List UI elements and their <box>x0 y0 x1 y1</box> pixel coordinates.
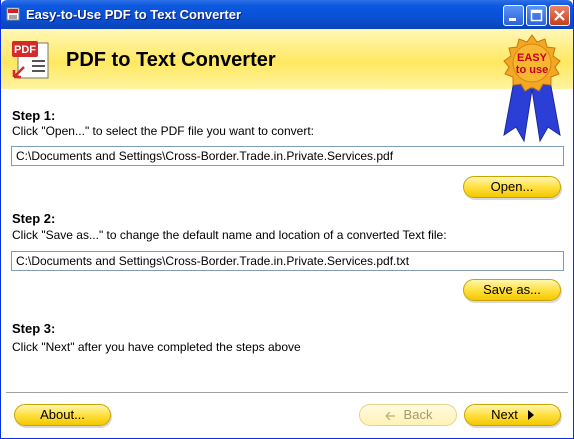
next-button-label: Next <box>491 407 518 422</box>
arrow-left-icon <box>385 411 395 421</box>
back-button-label: Back <box>403 407 433 422</box>
pdf-document-icon: PDF <box>12 41 49 79</box>
footer-divider <box>6 392 568 394</box>
open-button[interactable]: Open... <box>463 176 561 198</box>
maximize-icon <box>530 9 543 22</box>
arrow-right-icon <box>527 410 534 420</box>
about-button[interactable]: About... <box>14 404 111 426</box>
step2-instruction: Click "Save as..." to change the default… <box>12 228 447 242</box>
window-title: Easy-to-Use PDF to Text Converter <box>26 7 242 22</box>
badge-text-line1: EASY <box>517 52 548 64</box>
output-text-path-field[interactable]: C:\Documents and Settings\Cross-Border.T… <box>11 251 564 271</box>
close-button[interactable] <box>549 5 570 26</box>
page-title: PDF to Text Converter <box>66 49 276 71</box>
source-pdf-path-field[interactable]: C:\Documents and Settings\Cross-Border.T… <box>11 146 564 166</box>
badge-text-line2: to use <box>516 64 548 76</box>
minimize-icon <box>509 18 516 21</box>
step1-instruction: Click "Open..." to select the PDF file y… <box>12 124 314 138</box>
logo-text: PDF <box>14 44 36 56</box>
step3-instruction: Click "Next" after you have completed th… <box>12 340 301 354</box>
award-ribbon-icon: EASY to use <box>503 34 561 143</box>
step1-title: Step 1: <box>12 108 56 123</box>
save-as-button[interactable]: Save as... <box>463 279 561 301</box>
next-button[interactable]: Next <box>464 404 561 426</box>
pdf-app-icon <box>6 7 20 21</box>
app-window: Easy-to-Use PDF to Text Converter PDF PD… <box>0 0 574 439</box>
back-button[interactable]: Back <box>359 404 457 426</box>
minimize-button[interactable] <box>503 5 524 26</box>
title-bar[interactable]: Easy-to-Use PDF to Text Converter <box>1 0 573 29</box>
maximize-button[interactable] <box>526 5 547 26</box>
close-icon <box>554 10 565 21</box>
step2-title: Step 2: <box>12 211 56 226</box>
step3-title: Step 3: <box>12 321 56 336</box>
